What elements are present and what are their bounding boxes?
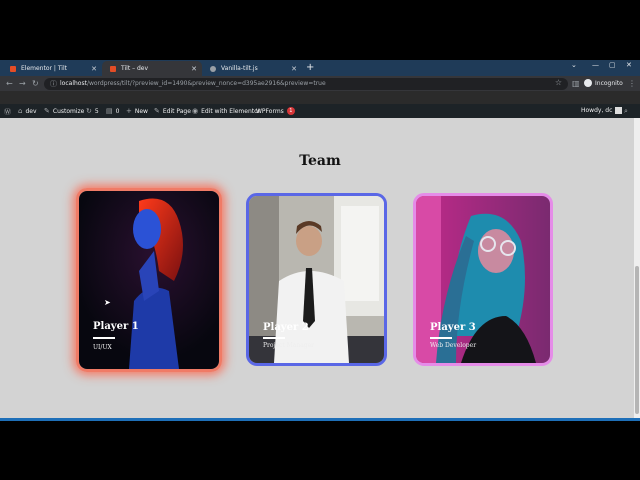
close-icon[interactable]: ✕ [191, 65, 197, 73]
customize-link[interactable]: ✎ Customize [44, 107, 84, 115]
incognito-profile[interactable]: Incognito [584, 79, 623, 87]
bookmark-star-icon[interactable]: ☆ [555, 78, 562, 87]
tab-label: Vanilla-tilt.js [221, 65, 258, 72]
comment-icon: ▤ [106, 107, 113, 115]
elementor-icon: ◉ [192, 107, 199, 115]
bottom-letterbox [0, 421, 640, 480]
address-toolbar: ← → ↻ ⓘ localhost/wordpress/tilt/?previe… [0, 76, 640, 91]
home-icon: ⌂ [18, 107, 23, 115]
team-card-player-1[interactable]: Player 1 UI/UX [76, 188, 222, 372]
reload-icon[interactable]: ↻ [32, 78, 39, 89]
scrollbar-thumb[interactable] [635, 266, 639, 414]
info-icon[interactable]: ⓘ [50, 79, 57, 89]
maximize-icon[interactable]: ▢ [609, 61, 616, 69]
avatar [615, 107, 623, 114]
globe-icon [210, 65, 216, 72]
tab-tilt-dev[interactable]: Tilt – dev ✕ [102, 61, 202, 76]
edit-elementor-link[interactable]: ◉ Edit with Elementor [192, 107, 260, 115]
name-underline [263, 337, 285, 339]
tab-label: Tilt – dev [121, 65, 149, 72]
player-name: Player 2 [263, 322, 309, 333]
player-name: Player 1 [93, 321, 139, 332]
comments-link[interactable]: ▤ 0 [106, 107, 119, 115]
back-icon[interactable]: ← [6, 78, 13, 89]
player-role: Web Developer [430, 342, 477, 349]
tab-search-icon[interactable]: ⌄ [571, 61, 577, 69]
wpforms-link[interactable]: WPForms 1 [256, 107, 295, 115]
elementor-icon [110, 65, 116, 72]
menu-kebab-icon[interactable]: ⋮ [628, 78, 636, 89]
address-bar[interactable]: ⓘ localhost/wordpress/tilt/?preview_id=1… [44, 78, 568, 90]
search-icon[interactable]: ⌕ [624, 107, 631, 116]
brush-icon: ✎ [44, 107, 50, 115]
player-1-photo [79, 191, 219, 369]
edit-page-link[interactable]: ✎ Edit Page [154, 107, 191, 115]
player-role: Project Manager [263, 342, 315, 349]
url-text: localhost/wordpress/tilt/?preview_id=149… [60, 80, 326, 87]
top-letterbox [0, 0, 640, 60]
notification-badge: 1 [286, 107, 295, 115]
bookmarks-gap [0, 91, 640, 104]
new-tab-button[interactable]: + [306, 62, 314, 74]
forward-icon[interactable]: → [19, 78, 26, 89]
tab-label: Elementor | Tilt [21, 65, 67, 72]
name-underline [430, 337, 452, 339]
updates-icon: ↻ [86, 107, 92, 115]
player-role: UI/UX [93, 344, 112, 351]
mouse-cursor-icon: ➤ [104, 298, 111, 307]
new-content-link[interactable]: + New [126, 107, 148, 115]
tab-vanilla-tilt[interactable]: Vanilla-tilt.js ✕ [202, 61, 302, 76]
wordpress-logo-icon[interactable]: Ⓦ [4, 107, 14, 117]
tab-elementor[interactable]: Elementor | Tilt ✕ [2, 61, 102, 76]
wp-admin-bar: Ⓦ ⌂ dev ✎ Customize ↻ 5 ▤ 0 + New ✎ Edit Page … [0, 104, 640, 118]
updates-link[interactable]: ↻ 5 [86, 107, 99, 115]
site-name-link[interactable]: ⌂ dev [18, 107, 37, 115]
close-icon[interactable]: ✕ [291, 65, 297, 73]
window-close-icon[interactable]: ✕ [626, 61, 632, 69]
team-card-player-2[interactable]: Player 2 Project Manager [246, 193, 387, 366]
name-underline [93, 337, 115, 339]
browser-tab-strip: Elementor | Tilt ✕ Tilt – dev ✕ Vanilla-… [0, 60, 640, 76]
team-card-player-3[interactable]: Player 3 Web Developer [413, 193, 553, 366]
section-title: Team [299, 153, 341, 169]
close-icon[interactable]: ✕ [91, 65, 97, 73]
plus-icon: + [126, 107, 132, 115]
howdy-account[interactable]: Howdy, dc [581, 107, 623, 114]
minimize-icon[interactable]: — [592, 61, 599, 69]
side-panel-icon[interactable]: ▥ [572, 78, 580, 89]
elementor-icon [10, 65, 16, 72]
incognito-icon [584, 79, 592, 87]
pencil-icon: ✎ [154, 107, 160, 115]
player-name: Player 3 [430, 322, 476, 333]
